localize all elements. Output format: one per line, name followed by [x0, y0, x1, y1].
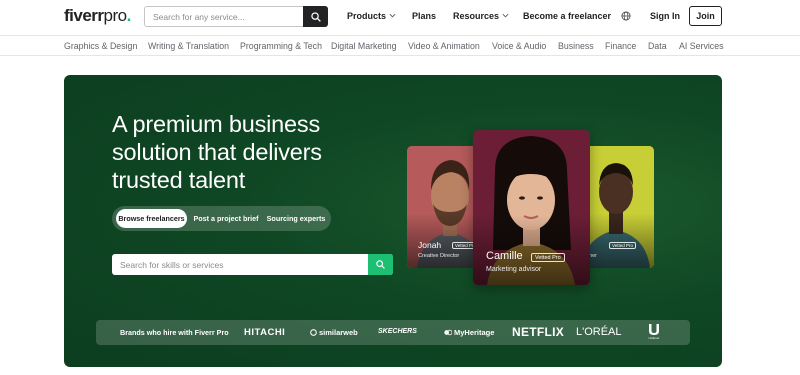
chevron-down-icon: [502, 13, 509, 18]
myheritage-wordmark: MyHeritage: [454, 328, 495, 337]
category-data[interactable]: Data: [648, 41, 667, 51]
brand-logo-netflix: NETFLIX: [512, 325, 565, 339]
hero-search-input[interactable]: [112, 254, 368, 275]
join-label: Join: [696, 11, 715, 21]
category-business[interactable]: Business: [558, 41, 594, 51]
category-voice-audio[interactable]: Voice & Audio: [492, 41, 546, 51]
tab-sourcing-experts[interactable]: Sourcing experts: [264, 209, 328, 228]
join-button[interactable]: Join: [689, 6, 722, 26]
category-programming-tech[interactable]: Programming & Tech: [240, 41, 322, 51]
brands-label: Brands who hire with Fiverr Pro: [120, 328, 229, 337]
category-graphics-design[interactable]: Graphics & Design: [64, 41, 137, 51]
header-search-box: [144, 6, 328, 27]
nav-plans-label: Plans: [412, 11, 437, 21]
vetted-pro-badge: Vetted Pro: [609, 242, 637, 249]
talent-role: Creative Director: [418, 253, 460, 259]
talent-role: Marketing advisor: [486, 266, 542, 273]
nav-become-freelancer-label: Become a freelancer: [523, 11, 612, 21]
chevron-down-icon: [389, 13, 396, 18]
myheritage-icon: [444, 329, 452, 336]
header-search-input[interactable]: [145, 7, 303, 26]
unilever-icon: [649, 324, 659, 335]
brand-logo-loreal: L'ORÉAL: [576, 326, 622, 338]
category-digital-marketing[interactable]: Digital Marketing: [331, 41, 397, 51]
logo-wordmark: fiverr: [64, 6, 104, 25]
category-finance[interactable]: Finance: [605, 41, 636, 51]
logo-suffix: pro: [103, 6, 128, 25]
logo-dot: .: [126, 6, 132, 25]
brand-logo-myheritage: MyHeritage: [444, 328, 494, 337]
nav-products-label: Products: [347, 11, 387, 21]
top-header: fiverrpro. Products Plans Resources Beco…: [0, 0, 800, 35]
category-video-animation[interactable]: Video & Animation: [408, 41, 480, 51]
vetted-pro-badge: Vetted Pro: [531, 253, 565, 262]
similarweb-wordmark: similarweb: [319, 328, 358, 337]
nav-products[interactable]: Products: [347, 11, 396, 21]
fiverr-pro-logo[interactable]: fiverrpro.: [64, 6, 131, 26]
tab-post-project-brief[interactable]: Post a project brief: [191, 209, 261, 228]
hero-tab-group: Browse freelancers Post a project brief …: [112, 206, 331, 231]
category-writing-translation[interactable]: Writing & Translation: [148, 41, 229, 51]
nav-plans[interactable]: Plans: [412, 11, 436, 21]
brand-logo-similarweb: similarweb: [310, 328, 358, 337]
hero-search-box: [112, 254, 393, 275]
search-icon: [376, 260, 385, 269]
globe-icon[interactable]: [621, 11, 631, 21]
brand-logo-unilever: Unilever: [648, 323, 660, 340]
category-ai-services[interactable]: AI Services: [679, 41, 724, 51]
hero-headline: A premium business solution that deliver…: [112, 111, 322, 193]
search-icon: [310, 11, 321, 22]
talent-name: Jonah: [418, 240, 442, 250]
tab-browse-freelancers[interactable]: Browse freelancers: [116, 209, 187, 228]
brand-logo-skechers: SKECHERS: [378, 328, 417, 335]
similarweb-icon: [310, 329, 317, 336]
sign-in-label: Sign In: [650, 11, 680, 21]
brands-strip: Brands who hire with Fiverr Pro HITACHI …: [96, 320, 690, 345]
sign-in-link[interactable]: Sign In: [650, 11, 680, 21]
hero-search-button[interactable]: [368, 254, 393, 275]
talent-name: Camille: [486, 250, 523, 262]
unilever-wordmark: Unilever: [648, 336, 660, 340]
hero-banner: A premium business solution that deliver…: [64, 75, 722, 367]
nav-resources-label: Resources: [453, 11, 500, 21]
nav-resources[interactable]: Resources: [453, 11, 509, 21]
category-menu: Graphics & Design Writing & Translation …: [0, 35, 800, 56]
brand-logo-hitachi: HITACHI: [244, 327, 286, 338]
header-search-button[interactable]: [303, 6, 328, 27]
talent-card-camille[interactable]: Camille Vetted Pro Marketing advisor: [473, 130, 590, 285]
nav-become-freelancer[interactable]: Become a freelancer: [523, 11, 611, 21]
